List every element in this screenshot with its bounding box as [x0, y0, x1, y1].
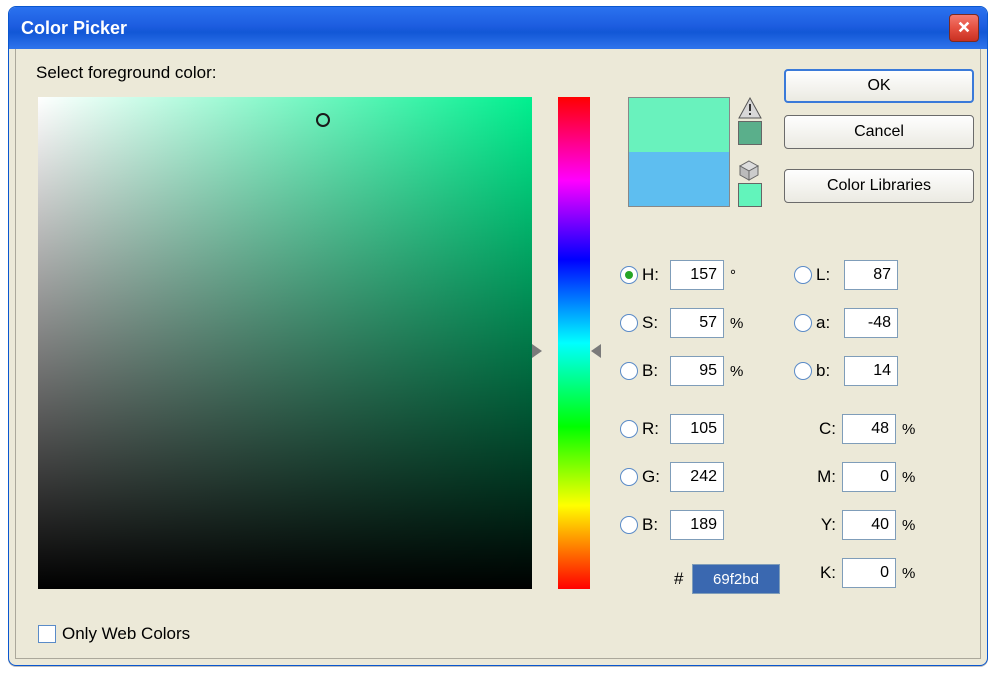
- hue-unit: °: [724, 267, 750, 284]
- hue-slider[interactable]: [558, 97, 590, 589]
- yellow-label: Y:: [794, 515, 842, 535]
- magenta-unit: %: [896, 469, 922, 486]
- saturation-unit: %: [724, 315, 750, 332]
- dialog-content: Select foreground color:: [15, 49, 981, 659]
- black-label: K:: [794, 563, 842, 583]
- black-input[interactable]: [842, 558, 896, 588]
- blue-input[interactable]: [670, 510, 724, 540]
- saturation-label: S:: [642, 313, 670, 333]
- red-input[interactable]: [670, 414, 724, 444]
- websafe-warning-icon[interactable]: [738, 159, 764, 181]
- close-icon: [957, 18, 971, 39]
- color-marker[interactable]: [316, 113, 330, 127]
- brightness-label: B:: [642, 361, 670, 381]
- hue-pointer-left-icon: [532, 344, 542, 358]
- current-color-swatch[interactable]: [629, 152, 729, 206]
- black-unit: %: [896, 565, 922, 582]
- saturation-radio[interactable]: [620, 314, 638, 332]
- titlebar[interactable]: Color Picker: [9, 7, 987, 49]
- gamut-safe-swatch[interactable]: [738, 121, 762, 145]
- hue-label: H:: [642, 265, 670, 285]
- web-colors-checkbox[interactable]: [38, 625, 56, 643]
- red-label: R:: [642, 419, 670, 439]
- green-radio[interactable]: [620, 468, 638, 486]
- blue-radio[interactable]: [620, 516, 638, 534]
- lab-b-label: b:: [816, 361, 844, 381]
- footer: Only Web Colors: [38, 624, 190, 644]
- lab-l-input[interactable]: [844, 260, 898, 290]
- color-values: H: ° L: S: %: [620, 251, 968, 597]
- brightness-radio[interactable]: [620, 362, 638, 380]
- hue-pointer-right-icon: [591, 344, 601, 358]
- red-radio[interactable]: [620, 420, 638, 438]
- brightness-unit: %: [724, 363, 750, 380]
- cyan-label: C:: [794, 419, 842, 439]
- lab-b-radio[interactable]: [794, 362, 812, 380]
- lab-l-radio[interactable]: [794, 266, 812, 284]
- lab-l-label: L:: [816, 265, 844, 285]
- websafe-swatch[interactable]: [738, 183, 762, 207]
- saturation-brightness-field[interactable]: [38, 97, 532, 589]
- new-color-swatch[interactable]: [629, 98, 729, 152]
- cancel-button[interactable]: Cancel: [784, 115, 974, 149]
- hue-radio[interactable]: [620, 266, 638, 284]
- magenta-input[interactable]: [842, 462, 896, 492]
- yellow-input[interactable]: [842, 510, 896, 540]
- cyan-input[interactable]: [842, 414, 896, 444]
- color-picker-dialog: Color Picker Select foreground color:: [8, 6, 988, 666]
- saturation-input[interactable]: [670, 308, 724, 338]
- blue-label: B:: [642, 515, 670, 535]
- hex-input[interactable]: [692, 564, 780, 594]
- button-column: OK Cancel Color Libraries: [784, 69, 974, 215]
- web-colors-label: Only Web Colors: [62, 624, 190, 644]
- ok-button[interactable]: OK: [784, 69, 974, 103]
- green-input[interactable]: [670, 462, 724, 492]
- hex-label: #: [674, 569, 692, 589]
- yellow-unit: %: [896, 517, 922, 534]
- window-title: Color Picker: [21, 18, 949, 39]
- cyan-unit: %: [896, 421, 922, 438]
- lab-a-input[interactable]: [844, 308, 898, 338]
- close-button[interactable]: [949, 14, 979, 42]
- lab-b-input[interactable]: [844, 356, 898, 386]
- hue-input[interactable]: [670, 260, 724, 290]
- brightness-input[interactable]: [670, 356, 724, 386]
- green-label: G:: [642, 467, 670, 487]
- warning-stack: [738, 97, 764, 207]
- color-swatch-pair: [628, 97, 730, 207]
- lab-a-radio[interactable]: [794, 314, 812, 332]
- lab-a-label: a:: [816, 313, 844, 333]
- gamut-warning-icon[interactable]: [738, 97, 764, 119]
- magenta-label: M:: [794, 467, 842, 487]
- color-libraries-button[interactable]: Color Libraries: [784, 169, 974, 203]
